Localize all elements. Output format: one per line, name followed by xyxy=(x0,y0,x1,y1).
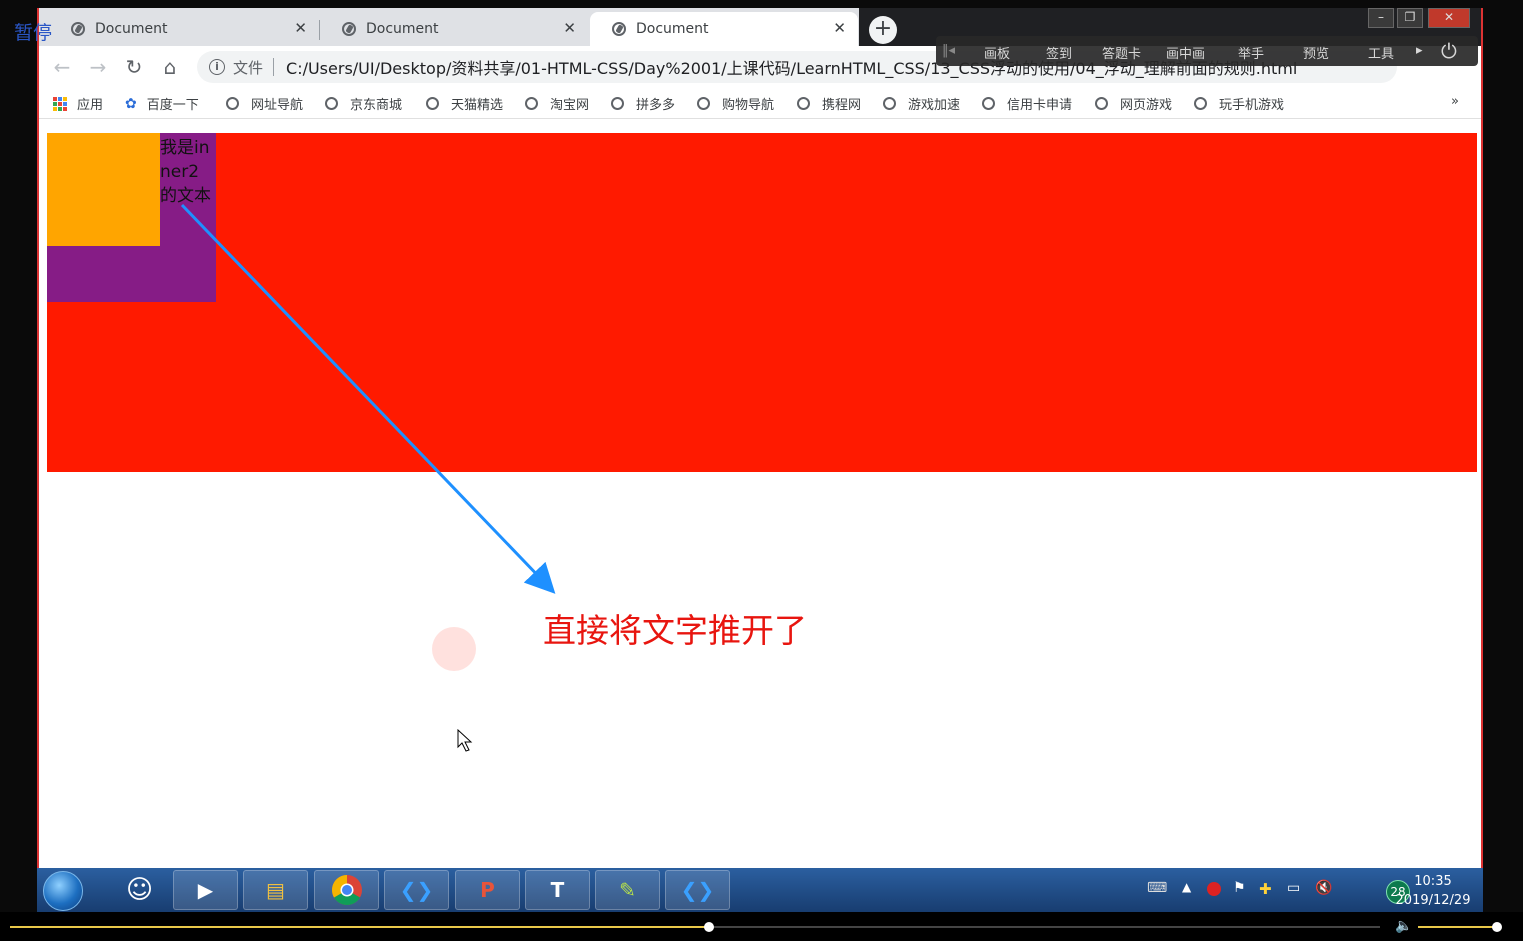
typora-icon[interactable]: T xyxy=(525,870,590,910)
volume-track[interactable] xyxy=(1418,926,1498,928)
progress-track[interactable] xyxy=(10,922,1380,932)
security-shield-icon[interactable]: ✚ xyxy=(1259,880,1272,898)
volume-muted-icon[interactable]: 🔇 xyxy=(1315,880,1332,896)
network-icon[interactable]: ▭ xyxy=(1287,880,1300,896)
tray-expand-icon[interactable]: ▲ xyxy=(1182,880,1191,894)
avatar-icon[interactable]: ☺ xyxy=(107,870,172,910)
progress-knob[interactable] xyxy=(703,922,714,932)
click-highlight xyxy=(432,627,476,671)
powerpoint-icon[interactable]: P xyxy=(455,870,520,910)
vscode-icon[interactable]: ❮❯ xyxy=(384,870,449,910)
start-button[interactable] xyxy=(43,871,83,911)
action-center-flag-icon[interactable]: ⚑ xyxy=(1233,880,1246,896)
video-player-bar: 🔈 xyxy=(0,912,1523,941)
progress-fill xyxy=(10,926,709,928)
clock[interactable]: 10:35 2019/12/29 xyxy=(1393,872,1473,910)
notepad-icon[interactable]: ✎ xyxy=(595,870,660,910)
annotation-arrow xyxy=(180,203,556,594)
mouse-cursor-icon xyxy=(457,729,473,752)
media-player-icon[interactable]: ▶ xyxy=(173,870,238,910)
keyboard-icon[interactable]: ⌨ xyxy=(1147,880,1167,896)
clock-date: 2019/12/29 xyxy=(1395,893,1471,908)
taskbar: ☺ ▶ ▤ ❮❯ P T ✎ ❮❯ ⌨ ▲ ⚑ ✚ ▭ 🔇 28 10:35 2… xyxy=(37,868,1483,912)
file-explorer-icon[interactable]: ▤ xyxy=(243,870,308,910)
chrome-icon[interactable] xyxy=(314,870,379,910)
record-icon[interactable] xyxy=(1207,882,1221,896)
chrome-logo xyxy=(331,875,362,906)
annotation-text: 直接将文字推开了 xyxy=(543,611,807,650)
vscode-icon[interactable]: ❮❯ xyxy=(665,870,730,910)
clock-time: 10:35 xyxy=(1414,874,1452,889)
volume-knob[interactable] xyxy=(1492,922,1502,932)
screen: Document ✕ Document ✕ Document ✕ + ← → ↻… xyxy=(0,0,1523,941)
volume-icon[interactable]: 🔈 xyxy=(1395,918,1412,934)
